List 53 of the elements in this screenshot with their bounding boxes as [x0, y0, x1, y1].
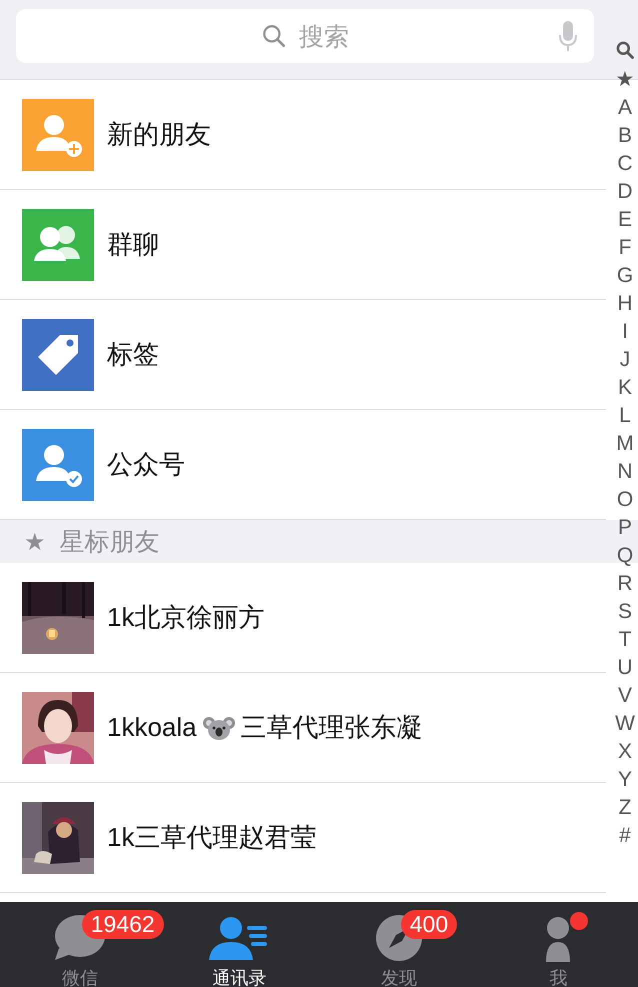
list-item-label: 公众号	[107, 449, 185, 482]
index-letter[interactable]: C	[617, 150, 633, 178]
index-letter[interactable]: B	[618, 122, 632, 150]
index-letter[interactable]: K	[618, 374, 632, 402]
contact-item[interactable]: 1k三草代理赵君莹	[0, 783, 606, 893]
index-letter[interactable]: A	[618, 94, 632, 122]
contact-name: 1k北京徐丽方	[107, 601, 264, 634]
index-letter[interactable]: F	[618, 234, 632, 262]
list-item-label: 标签	[107, 339, 159, 372]
index-letter[interactable]: O	[616, 486, 634, 514]
tab[interactable]: 我	[478, 902, 638, 987]
contacts-icon	[209, 914, 270, 962]
index-letter[interactable]: #	[619, 822, 631, 850]
index-letter[interactable]: D	[617, 178, 633, 206]
index-letter[interactable]: L	[619, 402, 631, 430]
unread-count: 19462	[82, 910, 164, 939]
list-item-label: 新的朋友	[107, 119, 211, 152]
index-letter[interactable]: S	[618, 598, 632, 626]
index-letter[interactable]: M	[616, 430, 634, 458]
index-letter[interactable]: N	[617, 458, 633, 486]
index-letter[interactable]: Z	[618, 794, 632, 822]
list-item[interactable]: 公众号	[0, 410, 606, 520]
list-item[interactable]: 标签	[0, 300, 606, 410]
index-letter[interactable]: R	[617, 570, 633, 598]
contact-item[interactable]: 1k北京徐丽方	[0, 563, 606, 673]
contact-name: 三草代理张东凝	[240, 711, 423, 744]
list-item-label: 群聊	[107, 229, 159, 262]
contact-item[interactable]: 1kkoala 三草代理张东凝	[0, 673, 606, 783]
tab[interactable]: 发现 400	[319, 902, 478, 987]
list-item[interactable]: 新的朋友	[0, 80, 606, 190]
star-glyph: ★	[24, 528, 46, 556]
list-item[interactable]: 群聊	[0, 190, 606, 300]
index-letter[interactable]: G	[616, 262, 634, 290]
search-icon[interactable]	[615, 40, 635, 60]
index-letter[interactable]: V	[618, 682, 632, 710]
index-letter[interactable]: Q	[616, 542, 634, 570]
index-letter[interactable]: ★	[616, 66, 634, 94]
search-icon	[261, 23, 287, 49]
index-letter[interactable]: J	[620, 346, 630, 374]
search-placeholder: 搜索	[299, 20, 349, 52]
index-letter[interactable]: H	[617, 290, 633, 318]
index-letter[interactable]: T	[618, 626, 632, 654]
index-letter[interactable]: P	[618, 514, 632, 542]
section-title: 星标朋友	[60, 526, 160, 558]
unread-count: 400	[400, 910, 458, 939]
index-letter[interactable]: W	[615, 710, 635, 738]
contact-name: 1k三草代理赵君莹	[107, 821, 316, 854]
index-letter[interactable]: X	[618, 738, 632, 766]
index-letter[interactable]: E	[618, 206, 632, 234]
index-letter[interactable]: I	[622, 318, 628, 346]
index-letter[interactable]: Y	[618, 766, 632, 794]
index-letter[interactable]: U	[617, 654, 633, 682]
contact-name: 1kkoala	[107, 712, 197, 743]
